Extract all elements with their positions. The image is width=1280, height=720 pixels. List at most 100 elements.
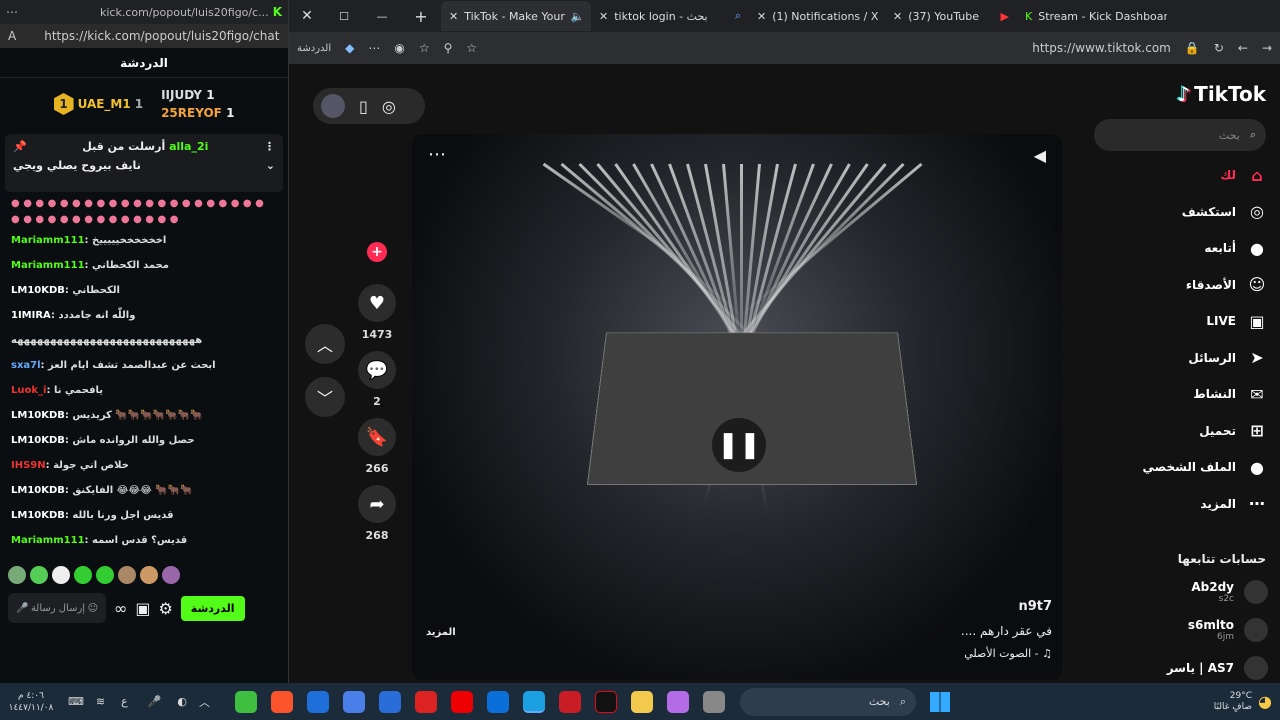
close-icon[interactable]: ✕ bbox=[289, 8, 325, 24]
taskbar-search[interactable]: بحث ⌕ bbox=[740, 687, 916, 716]
chat-username[interactable]: Mariamm111 bbox=[11, 535, 85, 546]
minimize-icon[interactable]: — bbox=[363, 10, 401, 23]
windows-start-icon[interactable] bbox=[930, 691, 950, 712]
chevron-up-icon[interactable]: ︿ bbox=[199, 694, 210, 710]
save-button[interactable]: 🔖 bbox=[358, 418, 396, 456]
chat-username[interactable]: LM10KDB bbox=[11, 435, 65, 446]
file-explorer-icon[interactable] bbox=[631, 690, 653, 713]
store-icon[interactable] bbox=[487, 690, 509, 713]
video-sound[interactable]: ♫ - الصوت الأصلي bbox=[964, 647, 1052, 660]
edge-icon[interactable] bbox=[523, 690, 545, 713]
security-app-icon[interactable] bbox=[559, 690, 581, 713]
outlook-icon[interactable] bbox=[307, 690, 329, 713]
language-indicator[interactable]: ع bbox=[121, 695, 128, 708]
emote-icon[interactable] bbox=[140, 566, 158, 584]
keyboard-icon[interactable]: ⌨ bbox=[68, 695, 84, 708]
favorites-icon[interactable]: ☆ bbox=[419, 41, 430, 55]
app-icon[interactable] bbox=[343, 690, 365, 713]
avatar[interactable] bbox=[321, 94, 345, 118]
tiktok-logo[interactable]: ♪ TikTok bbox=[1177, 82, 1266, 106]
video-player[interactable]: ⋯ ◀ ❚❚ n9t7 في عقر دارهم .... ♫ - الصوت … bbox=[412, 134, 1062, 680]
speaker-icon[interactable]: 🔈 bbox=[571, 10, 585, 23]
back-icon[interactable]: → bbox=[1262, 41, 1272, 55]
followed-account[interactable]: AS7 | ياسر bbox=[1167, 656, 1268, 680]
app-icon[interactable] bbox=[235, 690, 257, 713]
extensions-icon[interactable]: ⚲ bbox=[444, 41, 453, 55]
microphone-icon[interactable]: 🎤 bbox=[16, 603, 28, 614]
clock[interactable]: ٤:٠٦ م ١٤٤٧/١١/٠٨ bbox=[0, 690, 62, 714]
security-icon[interactable]: ◐ bbox=[177, 695, 187, 708]
chevron-down-icon[interactable]: ⌄ bbox=[266, 159, 275, 172]
chat-username[interactable]: Mariamm111 bbox=[11, 235, 85, 246]
nav-item-friends[interactable]: ☺ الأصدقاء bbox=[1186, 274, 1268, 296]
previous-video-button[interactable]: ︿ bbox=[305, 324, 345, 364]
chat-send-button[interactable]: الدردشة bbox=[180, 595, 245, 621]
netflix-icon[interactable] bbox=[595, 690, 617, 713]
volume-icon[interactable]: ◀ bbox=[1034, 146, 1046, 165]
chat-username[interactable]: LM10KDB bbox=[11, 485, 65, 496]
tab-search[interactable]: ✕ tiktok login - بحث ⌕ bbox=[591, 1, 749, 31]
next-video-button[interactable]: ﹀ bbox=[305, 377, 345, 417]
pinned-message[interactable]: 📌 أرسلت من قبل alla_2i ⋮ نايف بيروح يصلي… bbox=[5, 134, 283, 192]
chat-username[interactable]: Luok_i bbox=[11, 385, 46, 396]
close-icon[interactable]: ✕ bbox=[893, 10, 902, 23]
brave-icon[interactable] bbox=[271, 690, 293, 713]
wifi-icon[interactable]: ≋ bbox=[96, 695, 105, 708]
copilot-icon[interactable]: ◆ bbox=[345, 41, 354, 55]
emote-icon[interactable] bbox=[162, 566, 180, 584]
comment-button[interactable]: 💬 bbox=[358, 351, 396, 389]
tiktok-search-input[interactable]: بحث ⌕ bbox=[1094, 119, 1266, 151]
app-icon[interactable] bbox=[703, 690, 725, 713]
chat-username[interactable]: LM10KDB bbox=[11, 510, 65, 521]
youtube-icon[interactable] bbox=[451, 690, 473, 713]
infinity-icon[interactable]: ∞ bbox=[114, 599, 127, 618]
nav-item-live[interactable]: ▣ LIVE bbox=[1206, 310, 1268, 332]
video-author[interactable]: n9t7 bbox=[1018, 599, 1052, 614]
tab-youtube[interactable]: ✕ (37) YouTube ▶ bbox=[885, 1, 1017, 31]
device-icon[interactable]: ▯ bbox=[359, 97, 368, 116]
nav-item-more[interactable]: ⋯ المزيد bbox=[1200, 493, 1268, 515]
like-button[interactable]: ♥ bbox=[358, 284, 396, 322]
weather-widget[interactable]: 29°C صافٍ غالبًا ◕ bbox=[1214, 691, 1272, 713]
video-menu-icon[interactable]: ⋯ bbox=[428, 144, 446, 165]
nav-item-activity[interactable]: ✉ النشاط bbox=[1193, 383, 1268, 405]
follow-plus-icon[interactable]: + bbox=[367, 242, 387, 262]
close-icon[interactable]: ✕ bbox=[757, 10, 766, 23]
app-icon[interactable] bbox=[415, 690, 437, 713]
chat-username[interactable]: Mariamm111 bbox=[11, 260, 85, 271]
followed-account[interactable]: s6mlto 6jm bbox=[1188, 618, 1268, 642]
chat-username[interactable]: IHS9N bbox=[11, 460, 46, 471]
window-menu-icon[interactable]: ⋯ bbox=[6, 5, 20, 19]
emoji-icon[interactable]: ☺ bbox=[88, 603, 98, 614]
tab-kick[interactable]: K Stream - Kick Dashboard bbox=[1017, 1, 1167, 31]
profile-label[interactable]: الدردشة bbox=[297, 43, 331, 54]
emote-icon[interactable] bbox=[8, 566, 26, 584]
gear-icon[interactable]: ⚙ bbox=[158, 599, 172, 618]
refresh-icon[interactable]: ↻ bbox=[1214, 41, 1224, 55]
chat-address-bar[interactable]: A https://kick.com/popout/luis20figo/cha… bbox=[0, 24, 288, 48]
nav-item-home[interactable]: ⌂ لك bbox=[1220, 164, 1268, 186]
nav-item-following[interactable]: ● أتابعه bbox=[1204, 237, 1268, 259]
chat-username[interactable]: 1IMIRA bbox=[11, 310, 51, 321]
caption-more-link[interactable]: المزيد bbox=[426, 627, 456, 638]
chat-username[interactable]: sxa7l bbox=[11, 360, 41, 371]
search-icon[interactable]: ⌕ bbox=[1250, 128, 1256, 142]
compass-icon[interactable]: ◎ bbox=[382, 97, 396, 116]
mail-icon[interactable] bbox=[379, 690, 401, 713]
tab-tiktok[interactable]: ✕ TikTok - Make Your 🔈 bbox=[441, 1, 591, 31]
chat-input[interactable]: 🎤 إرسال رسالة ☺ bbox=[8, 593, 106, 623]
emote-icon[interactable] bbox=[74, 566, 92, 584]
nav-item-profile[interactable]: ● الملف الشخصي bbox=[1143, 456, 1268, 478]
maximize-icon[interactable]: ☐ bbox=[325, 10, 363, 23]
forward-icon[interactable]: ← bbox=[1238, 41, 1248, 55]
nav-item-compass[interactable]: ◎ استكشف bbox=[1182, 201, 1268, 223]
emote-icon[interactable] bbox=[52, 566, 70, 584]
chat-username[interactable]: LM10KDB bbox=[11, 410, 65, 421]
extension-icon[interactable]: ◉ bbox=[394, 41, 404, 55]
more-menu-icon[interactable]: ⋯ bbox=[368, 41, 380, 55]
gift-icon[interactable]: ▣ bbox=[135, 599, 150, 618]
add-favorite-icon[interactable]: ☆ bbox=[466, 41, 477, 55]
microphone-icon[interactable]: 🎤 bbox=[148, 695, 162, 708]
close-icon[interactable]: ✕ bbox=[599, 10, 608, 23]
nav-item-upload[interactable]: ⊞ تحميل bbox=[1199, 420, 1268, 442]
